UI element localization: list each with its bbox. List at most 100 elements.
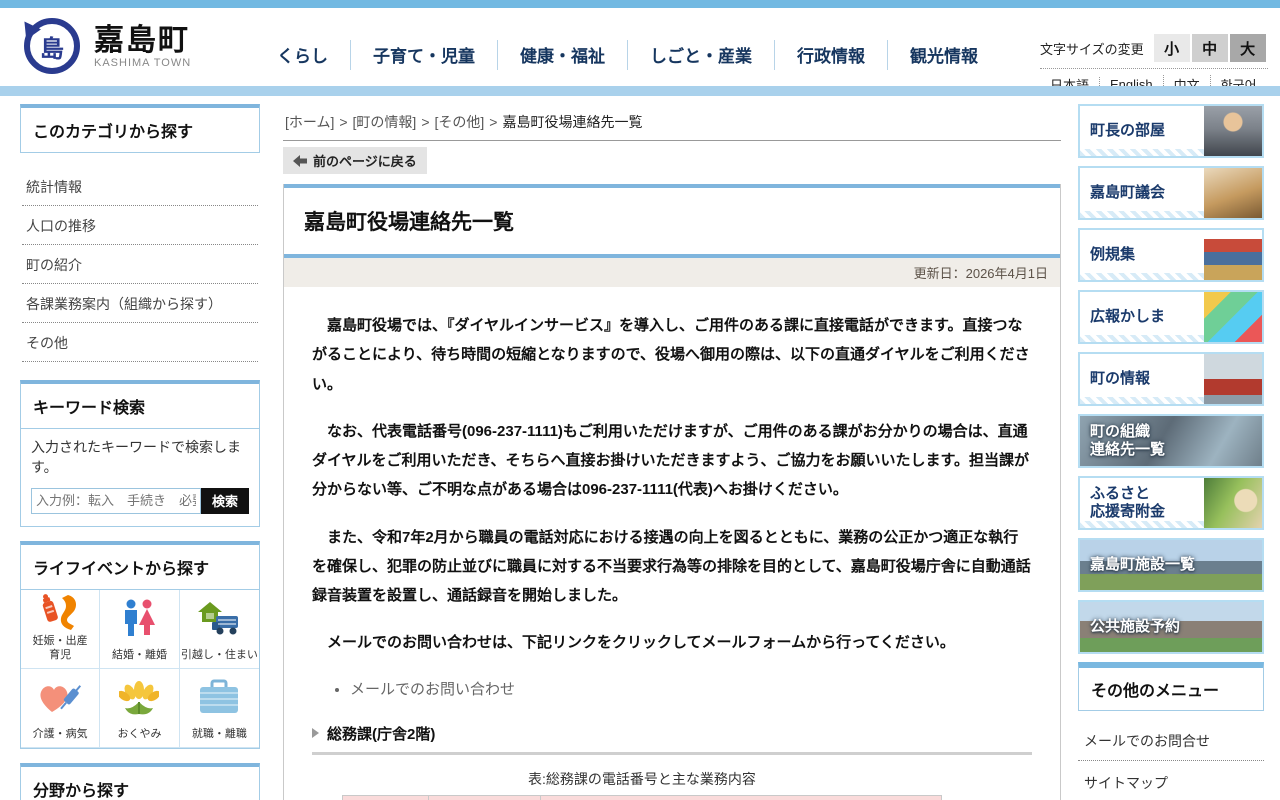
life-event-label: 引越し・住まい [180,648,258,661]
breadcrumb-others[interactable]: [その他] [435,114,485,130]
sidebar-item-population[interactable]: 人口の推移 [22,206,258,245]
search-input[interactable] [31,487,201,514]
keyword-search-row: 検索 [21,484,259,526]
font-size-large-button[interactable]: 大 [1229,34,1266,62]
content-panel: 嘉島町役場連絡先一覧 更新日：2026年4月1日 嘉島町役場では、『ダイヤルイン… [283,184,1061,800]
col-header-phone: 電話番号 [427,794,542,800]
life-event-label: 介護・病気 [32,727,88,740]
font-size-small-button[interactable]: 小 [1153,34,1190,62]
keyword-search-box: キーワード検索 入力されたキーワードで検索します。 検索 [20,380,260,527]
banner-mayors-room[interactable]: 町長の部屋 [1078,104,1264,158]
life-event-label: おくやみ [117,727,162,740]
nav-kurashi[interactable]: くらし [255,38,350,71]
food-photo [1204,478,1262,528]
category-list: 統計情報 人口の推移 町の紹介 各課業務案内（組織から探す） その他 [22,167,258,362]
banner-label: 町長の部屋 [1090,122,1166,139]
paragraph-main-number: なお、代表電話番号(096-237-1111)もご利用いただけますが、ご用件のあ… [312,422,1030,499]
condolence-icon [119,669,160,728]
article-body: 嘉島町役場では、『ダイヤルインサービス』を導入し、ご用件のある課に直接電話ができ… [284,287,1060,800]
right-sidebar: 町長の部屋 嘉島町議会 例規集 広報かしま 町の情報 町の組織 連絡先一覧 ふる… [1078,104,1264,800]
keyword-search-title: キーワード検索 [33,400,146,417]
breadcrumb-home[interactable]: [ホーム] [285,114,334,130]
banner-town-council[interactable]: 嘉島町議会 [1078,166,1264,220]
life-event-moving[interactable]: 引越し・住まい [179,589,259,669]
nav-kosodate[interactable]: 子育て・児童 [351,38,497,71]
site-header: 島 嘉島町 KASHIMA TOWN くらし 子育て・児童 健康・福祉 しごと・… [0,8,1280,94]
marriage-icon [119,590,159,649]
logo-text: 嘉島町 KASHIMA TOWN [94,24,191,69]
sidebar-item-town-intro[interactable]: 町の紹介 [22,245,258,284]
col-header-section: 係名 [342,794,429,800]
banner-label: ふるさと 応援寄附金 [1090,485,1166,520]
town-emblem-icon: 島 [17,16,80,74]
moving-icon [196,590,242,649]
page: 島 嘉島町 KASHIMA TOWN くらし 子育て・児童 健康・福祉 しごと・… [0,0,1280,800]
top-accent-bar [0,0,1280,8]
font-size-control: 文字サイズの変更 小 中 大 [1040,34,1268,62]
banner-label: 嘉島町施設一覧 [1090,556,1196,573]
triangle-marker-icon [312,728,319,738]
site-subtitle: KASHIMA TOWN [94,56,192,69]
table-caption: 表:総務課の電話番号と主な業務内容 [528,770,756,787]
paragraph-dial-in: 嘉島町役場では、『ダイヤルインサービス』を導入し、ご用件のある課に直接電話ができ… [312,317,1030,393]
section-title: 総務課(庁舎2階) [327,725,436,743]
banner-regulations[interactable]: 例規集 [1078,228,1264,282]
banner-organization-contacts[interactable]: 町の組織 連絡先一覧 [1078,414,1264,468]
employment-icon [198,669,240,728]
life-event-marriage[interactable]: 結婚・離婚 [100,589,180,669]
other-menu-title: その他のメニュー [1091,683,1220,700]
title-band: 嘉島町役場連絡先一覧 [284,184,1060,258]
keyword-search-description: 入力されたキーワードで検索します。 [21,428,259,484]
breadcrumb-town-info[interactable]: [町の情報] [353,114,417,130]
banner-facility-reservation[interactable]: 公共施設予約 [1078,600,1264,654]
paragraph-recording: また、令和7年2月から職員の電話対応における接遇の向上を図るとともに、業務の公正… [312,528,1031,605]
life-event-pregnancy[interactable]: 妊娠・出産 育児 [21,589,101,669]
banner-facility-list[interactable]: 嘉島町施設一覧 [1078,538,1264,592]
life-event-employment[interactable]: 就職・離職 [179,668,259,748]
life-event-condolence[interactable]: おくやみ [100,668,180,748]
banner-label: 公共施設予約 [1090,618,1181,635]
field-box-title: 分野から探す [33,782,130,800]
banner-furusato-donation[interactable]: ふるさと 応援寄附金 [1078,476,1264,530]
sidebar-item-others[interactable]: その他 [22,323,258,362]
mail-inquiry-link[interactable]: メールでのお問い合わせ [350,681,515,698]
menu-item-mail-inquiry[interactable]: メールでのお問合せ [1078,719,1264,761]
phone-table: 係名 電話番号 主な業務内容 総務係 096-237-1112 議会、選挙管理委… [342,794,942,800]
banner-town-info[interactable]: 町の情報 [1078,352,1264,406]
update-date: 更新日：2026年4月1日 [284,258,1060,287]
life-event-label: 妊娠・出産 育児 [32,635,88,661]
sidebar-item-statistics[interactable]: 統計情報 [22,167,258,206]
font-size-medium-button[interactable]: 中 [1191,34,1228,62]
life-event-box: ライフイベントから探す 妊娠・出産 育児 結婚・離婚 引越し・住まい 介護・病気… [20,540,260,749]
nav-kanko[interactable]: 観光情報 [888,38,1000,71]
pregnancy-icon [38,590,82,636]
section-heading: 総務課(庁舎2階) [312,723,1032,755]
paragraph-mail-info: メールでのお問い合わせは、下記リンクをクリックしてメールフォームから行ってくださ… [312,634,955,652]
left-sidebar: このカテゴリから探す 統計情報 人口の推移 町の紹介 各課業務案内（組織から探す… [20,104,260,800]
global-nav: くらし 子育て・児童 健康・福祉 しごと・産業 行政情報 観光情報 [255,38,1000,71]
banner-label: 町の組織 連絡先一覧 [1090,423,1166,458]
nav-gyosei[interactable]: 行政情報 [775,38,887,71]
site-logo[interactable]: 島 嘉島町 KASHIMA TOWN [17,16,191,74]
category-box-header: このカテゴリから探す [20,104,260,153]
other-menu-box: その他のメニュー [1078,662,1264,711]
newsletter-photo [1204,292,1262,342]
category-box-title: このカテゴリから探す [33,124,194,141]
main-content: [ホーム] > [町の情報] > [その他] > 嘉島町役場連絡先一覧 前のページに戻る 嘉… [283,108,1061,800]
table-header-row: 係名 電話番号 主な業務内容 [342,794,942,800]
link-list: メールでのお問い合わせ [334,676,1032,703]
search-button[interactable]: 検索 [201,487,249,514]
back-button[interactable]: 前のページに戻る [283,147,427,174]
nav-shigoto[interactable]: しごと・産業 [628,38,774,71]
mayor-photo [1204,106,1262,156]
menu-item-sitemap[interactable]: サイトマップ [1078,761,1264,800]
life-event-title: ライフイベントから探す [33,560,210,578]
sidebar-item-departments[interactable]: 各課業務案内（組織から探す） [22,284,258,323]
breadcrumb-separator: > [421,114,430,130]
banner-label: 嘉島町議会 [1090,184,1166,201]
other-menu-list: メールでのお問合せ サイトマップ [1078,719,1264,800]
banner-label: 町の情報 [1090,370,1151,387]
nav-kenko[interactable]: 健康・福祉 [498,38,627,71]
life-event-care[interactable]: 介護・病気 [21,668,101,748]
banner-public-relations[interactable]: 広報かしま [1078,290,1264,344]
